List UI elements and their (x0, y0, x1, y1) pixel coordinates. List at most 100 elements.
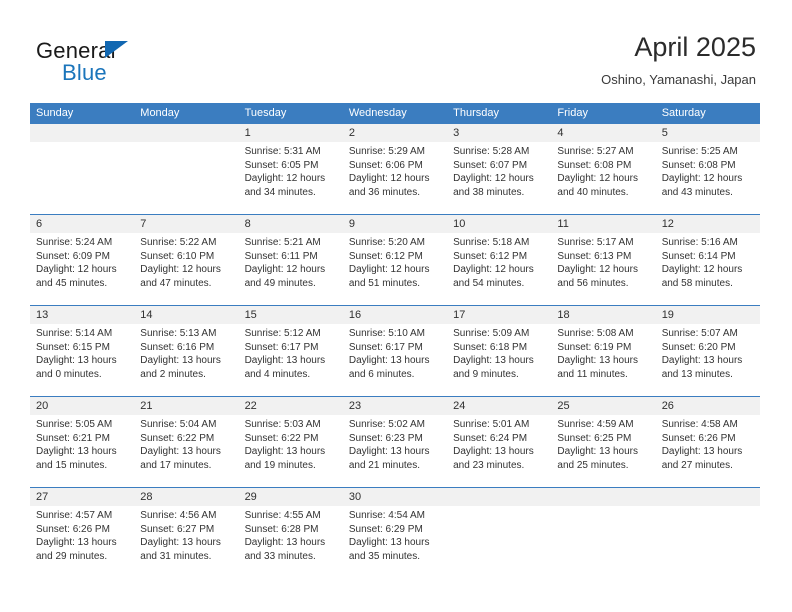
daylight-duration-line2: and 31 minutes. (140, 550, 212, 562)
day-cell[interactable]: 5 Sunrise: 5:25 AM Sunset: 6:08 PM Daylight… (656, 124, 760, 214)
day-cell[interactable]: 11 Sunrise: 5:17 AM Sunset: 6:13 PM Dayligh… (551, 215, 655, 305)
daylight-duration-line1: Daylight: 13 hours (244, 537, 326, 549)
daylight-duration-line1: Daylight: 13 hours (453, 446, 534, 458)
day-number: 21 (140, 400, 153, 412)
sunset-time: Sunset: 6:16 PM (140, 341, 215, 353)
day-cell[interactable]: 30 Sunrise: 4:54 AM Sunset: 6:29 PM Dayligh… (343, 488, 447, 578)
logo-text-blue: Blue (62, 60, 107, 85)
daylight-duration-line2: and 40 minutes. (557, 186, 629, 198)
day-cell[interactable]: 26 Sunrise: 4:58 AM Sunset: 6:26 PM Dayligh… (656, 397, 760, 487)
daylight-duration-line2: and 23 minutes. (453, 459, 525, 471)
day-cell[interactable]: 2 Sunrise: 5:29 AM Sunset: 6:06 PM Daylight… (343, 124, 447, 214)
daylight-duration-line1: Daylight: 12 hours (36, 264, 117, 276)
daylight-duration-line1: Daylight: 13 hours (557, 446, 639, 458)
day-sun-info: Sunrise: 5:27 AM Sunset: 6:08 PM Daylight:… (557, 145, 653, 199)
sunset-time: Sunset: 6:17 PM (348, 341, 423, 353)
day-sun-info: Sunrise: 5:24 AM Sunset: 6:09 PM Daylight:… (36, 236, 132, 290)
daylight-duration-line2: and 34 minutes. (244, 186, 316, 198)
day-cell[interactable]: 14 Sunrise: 5:13 AM Sunset: 6:16 PM Dayligh… (134, 306, 238, 396)
day-cell[interactable]: 13 Sunrise: 5:14 AM Sunset: 6:15 PM Dayligh… (30, 306, 134, 396)
day-cell[interactable]: 7 Sunrise: 5:22 AM Sunset: 6:10 PM Daylight… (134, 215, 238, 305)
calendar-body: 1 Sunrise: 5:31 AM Sunset: 6:05 PM Daylight… (30, 124, 760, 578)
day-cell-empty (134, 124, 238, 214)
daylight-duration-line1: Daylight: 13 hours (348, 537, 430, 549)
day-sun-info: Sunrise: 5:01 AM Sunset: 6:24 PM Daylight:… (453, 418, 549, 472)
daylight-duration-line2: and 11 minutes. (557, 368, 628, 380)
day-cell[interactable]: 10 Sunrise: 5:18 AM Sunset: 6:12 PM Dayligh… (447, 215, 551, 305)
daylight-duration-line1: Daylight: 13 hours (36, 355, 117, 367)
calendar-grid: Sunday Monday Tuesday Wednesday Thursday Frid… (30, 103, 760, 578)
day-sun-info: Sunrise: 5:29 AM Sunset: 6:06 PM Daylight:… (349, 145, 445, 199)
day-number: 10 (453, 218, 466, 230)
daylight-duration-line2: and 17 minutes. (140, 459, 212, 471)
daylight-duration-line1: Daylight: 13 hours (36, 537, 117, 549)
day-number: 29 (244, 491, 257, 503)
day-number: 18 (557, 309, 570, 321)
sunset-time: Sunset: 6:25 PM (557, 432, 632, 444)
day-cell[interactable]: 22 Sunrise: 5:03 AM Sunset: 6:22 PM Dayligh… (239, 397, 343, 487)
weekday-header-friday: Friday (557, 107, 588, 119)
day-cell[interactable]: 15 Sunrise: 5:12 AM Sunset: 6:17 PM Dayligh… (239, 306, 343, 396)
daylight-duration-line1: Daylight: 13 hours (140, 446, 221, 458)
sunrise-time: Sunrise: 5:04 AM (140, 419, 217, 430)
daylight-duration-line2: and 35 minutes. (348, 550, 421, 562)
day-sun-info: Sunrise: 5:25 AM Sunset: 6:08 PM Daylight:… (662, 145, 758, 199)
day-sun-info: Sunrise: 4:56 AM Sunset: 6:27 PM Daylight:… (140, 509, 236, 563)
day-cell[interactable]: 24 Sunrise: 5:01 AM Sunset: 6:24 PM Dayligh… (447, 397, 551, 487)
day-sun-info: Sunrise: 5:16 AM Sunset: 6:14 PM Daylight:… (662, 236, 758, 290)
day-cell[interactable]: 6 Sunrise: 5:24 AM Sunset: 6:09 PM Daylight… (30, 215, 134, 305)
day-sun-info: Sunrise: 5:07 AM Sunset: 6:20 PM Daylight:… (662, 327, 758, 381)
general-blue-logo[interactable]: General Blue (36, 38, 276, 90)
sunrise-time: Sunrise: 5:18 AM (453, 237, 530, 248)
sunrise-time: Sunrise: 5:21 AM (244, 237, 321, 248)
week-row: 27 Sunrise: 4:57 AM Sunset: 6:26 PM Dayligh… (30, 487, 760, 578)
sunset-time: Sunset: 6:13 PM (557, 250, 632, 262)
day-cell[interactable]: 21 Sunrise: 5:04 AM Sunset: 6:22 PM Dayligh… (134, 397, 238, 487)
day-cell[interactable]: 29 Sunrise: 4:55 AM Sunset: 6:28 PM Dayligh… (239, 488, 343, 578)
day-number: 23 (348, 400, 362, 412)
day-cell[interactable]: 1 Sunrise: 5:31 AM Sunset: 6:05 PM Daylight… (239, 124, 343, 214)
day-cell[interactable]: 9 Sunrise: 5:20 AM Sunset: 6:12 PM Daylight… (343, 215, 447, 305)
day-number: 28 (140, 491, 153, 503)
week-row: 6 Sunrise: 5:24 AM Sunset: 6:09 PM Daylight… (30, 214, 760, 305)
day-number: 15 (244, 309, 257, 321)
day-cell[interactable]: 27 Sunrise: 4:57 AM Sunset: 6:26 PM Dayligh… (30, 488, 134, 578)
day-cell[interactable]: 18 Sunrise: 5:08 AM Sunset: 6:19 PM Dayligh… (551, 306, 655, 396)
weekday-header-row: Sunday Monday Tuesday Wednesday Thursday Frid… (30, 103, 760, 124)
day-cell[interactable]: 4 Sunrise: 5:27 AM Sunset: 6:08 PM Daylight… (551, 124, 655, 214)
day-cell[interactable]: 19 Sunrise: 5:07 AM Sunset: 6:20 PM Dayligh… (656, 306, 760, 396)
day-sun-info: Sunrise: 5:14 AM Sunset: 6:15 PM Daylight:… (36, 327, 132, 381)
sunrise-time: Sunrise: 5:29 AM (348, 146, 425, 157)
sunset-time: Sunset: 6:06 PM (348, 159, 423, 171)
sunrise-time: Sunrise: 5:09 AM (453, 328, 530, 339)
day-cell[interactable]: 12 Sunrise: 5:16 AM Sunset: 6:14 PM Dayligh… (656, 215, 760, 305)
sunset-time: Sunset: 6:22 PM (244, 432, 319, 444)
sunrise-time: Sunrise: 5:25 AM (661, 146, 738, 157)
day-sun-info: Sunrise: 5:10 AM Sunset: 6:17 PM Daylight:… (349, 327, 445, 381)
weekday-header-wednesday: Wednesday (348, 107, 407, 119)
day-sun-info: Sunrise: 5:12 AM Sunset: 6:17 PM Daylight:… (245, 327, 341, 381)
daylight-duration-line2: and 49 minutes. (244, 277, 316, 289)
sunset-time: Sunset: 6:20 PM (661, 341, 736, 353)
day-sun-info: Sunrise: 5:18 AM Sunset: 6:12 PM Daylight:… (453, 236, 549, 290)
day-cell[interactable]: 3 Sunrise: 5:28 AM Sunset: 6:07 PM Daylight… (447, 124, 551, 214)
daylight-duration-line2: and 38 minutes. (453, 186, 525, 198)
day-number: 16 (348, 309, 362, 321)
week-cells: 13 Sunrise: 5:14 AM Sunset: 6:15 PM Dayligh… (30, 306, 760, 396)
daylight-duration-line2: and 36 minutes. (348, 186, 421, 198)
day-cell[interactable]: 28 Sunrise: 4:56 AM Sunset: 6:27 PM Dayligh… (134, 488, 238, 578)
day-sun-info: Sunrise: 5:20 AM Sunset: 6:12 PM Daylight:… (349, 236, 445, 290)
day-cell[interactable]: 17 Sunrise: 5:09 AM Sunset: 6:18 PM Dayligh… (447, 306, 551, 396)
daylight-duration-line2: and 29 minutes. (36, 550, 108, 562)
day-cell[interactable]: 20 Sunrise: 5:05 AM Sunset: 6:21 PM Dayligh… (30, 397, 134, 487)
day-cell[interactable]: 23 Sunrise: 5:02 AM Sunset: 6:23 PM Dayligh… (343, 397, 447, 487)
day-cell[interactable]: 16 Sunrise: 5:10 AM Sunset: 6:17 PM Dayligh… (343, 306, 447, 396)
daylight-duration-line2: and 56 minutes. (557, 277, 629, 289)
day-cell[interactable]: 8 Sunrise: 5:21 AM Sunset: 6:11 PM Daylight… (239, 215, 343, 305)
sunrise-time: Sunrise: 5:07 AM (661, 328, 738, 339)
sunrise-time: Sunrise: 5:27 AM (557, 146, 634, 157)
day-number: 1 (244, 127, 251, 139)
day-cell[interactable]: 25 Sunrise: 4:59 AM Sunset: 6:25 PM Dayligh… (551, 397, 655, 487)
day-number: 24 (453, 400, 466, 412)
daylight-duration-line2: and 58 minutes. (661, 277, 733, 289)
